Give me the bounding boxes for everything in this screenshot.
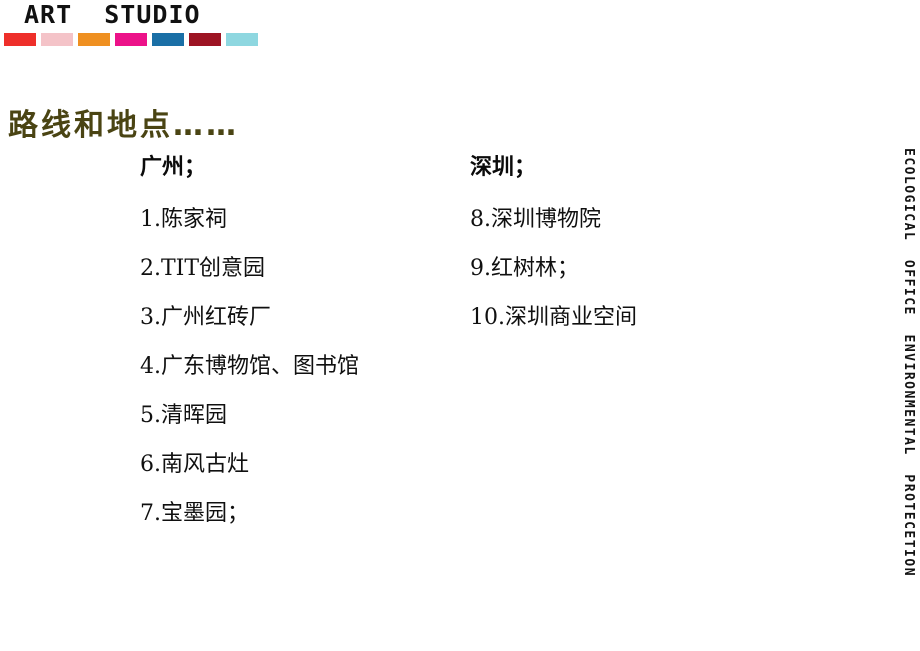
list-item: 3.广州红砖厂 — [140, 305, 271, 330]
list-item: 5.清晖园 — [140, 403, 227, 428]
swatch-magenta — [115, 33, 147, 46]
column-header-shenzhen: 深圳； — [470, 155, 537, 180]
list-shenzhen: 8.深圳博物院 9.红树林； 10.深圳商业空间 — [470, 195, 800, 342]
list-item: 4.广东博物馆、图书馆 — [140, 354, 359, 379]
list-item: 6.南风古灶 — [140, 452, 249, 477]
list-item: 8.深圳博物院 — [470, 207, 601, 232]
swatch-blue — [152, 33, 184, 46]
list-item: 2.TIT创意园 — [140, 256, 266, 281]
page-title: 路线和地点…… — [8, 108, 239, 143]
swatch-orange — [78, 33, 110, 46]
list-item: 10.深圳商业空间 — [470, 305, 637, 330]
swatch-light-cyan — [226, 33, 258, 46]
list-item: 7.宝墨园； — [140, 501, 249, 526]
column-guangzhou: 广州； 1.陈家祠 2.TIT创意园 3.广州红砖厂 4.广东博物馆、图书馆 5.清晖园… — [140, 155, 460, 538]
swatch-maroon — [189, 33, 221, 46]
side-caption-text: ECOLOGICAL OFFICE ENVIRONMENTAL PROTECET… — [901, 148, 916, 578]
brand-title: ART STUDIO — [24, 0, 201, 29]
swatch-red — [4, 33, 36, 46]
swatch-pink — [41, 33, 73, 46]
slide-canvas: ART STUDIO 路线和地点…… 广州； 1.陈家祠 2.TIT创意园 3.广州… — [0, 0, 920, 651]
brand-block: ART STUDIO — [0, 0, 300, 30]
column-header-guangzhou: 广州； — [140, 155, 207, 180]
column-shenzhen: 深圳； 8.深圳博物院 9.红树林； 10.深圳商业空间 — [470, 155, 800, 342]
list-guangzhou: 1.陈家祠 2.TIT创意园 3.广州红砖厂 4.广东博物馆、图书馆 5.清晖园 6.南风… — [140, 195, 460, 538]
list-item: 9.红树林； — [470, 256, 579, 281]
content-columns: 广州； 1.陈家祠 2.TIT创意园 3.广州红砖厂 4.广东博物馆、图书馆 5.清晖园… — [0, 155, 870, 575]
side-caption: ECOLOGICAL OFFICE ENVIRONMENTAL PROTECET… — [894, 148, 920, 648]
list-item: 1.陈家祠 — [140, 207, 227, 232]
color-swatch-row — [4, 33, 258, 46]
